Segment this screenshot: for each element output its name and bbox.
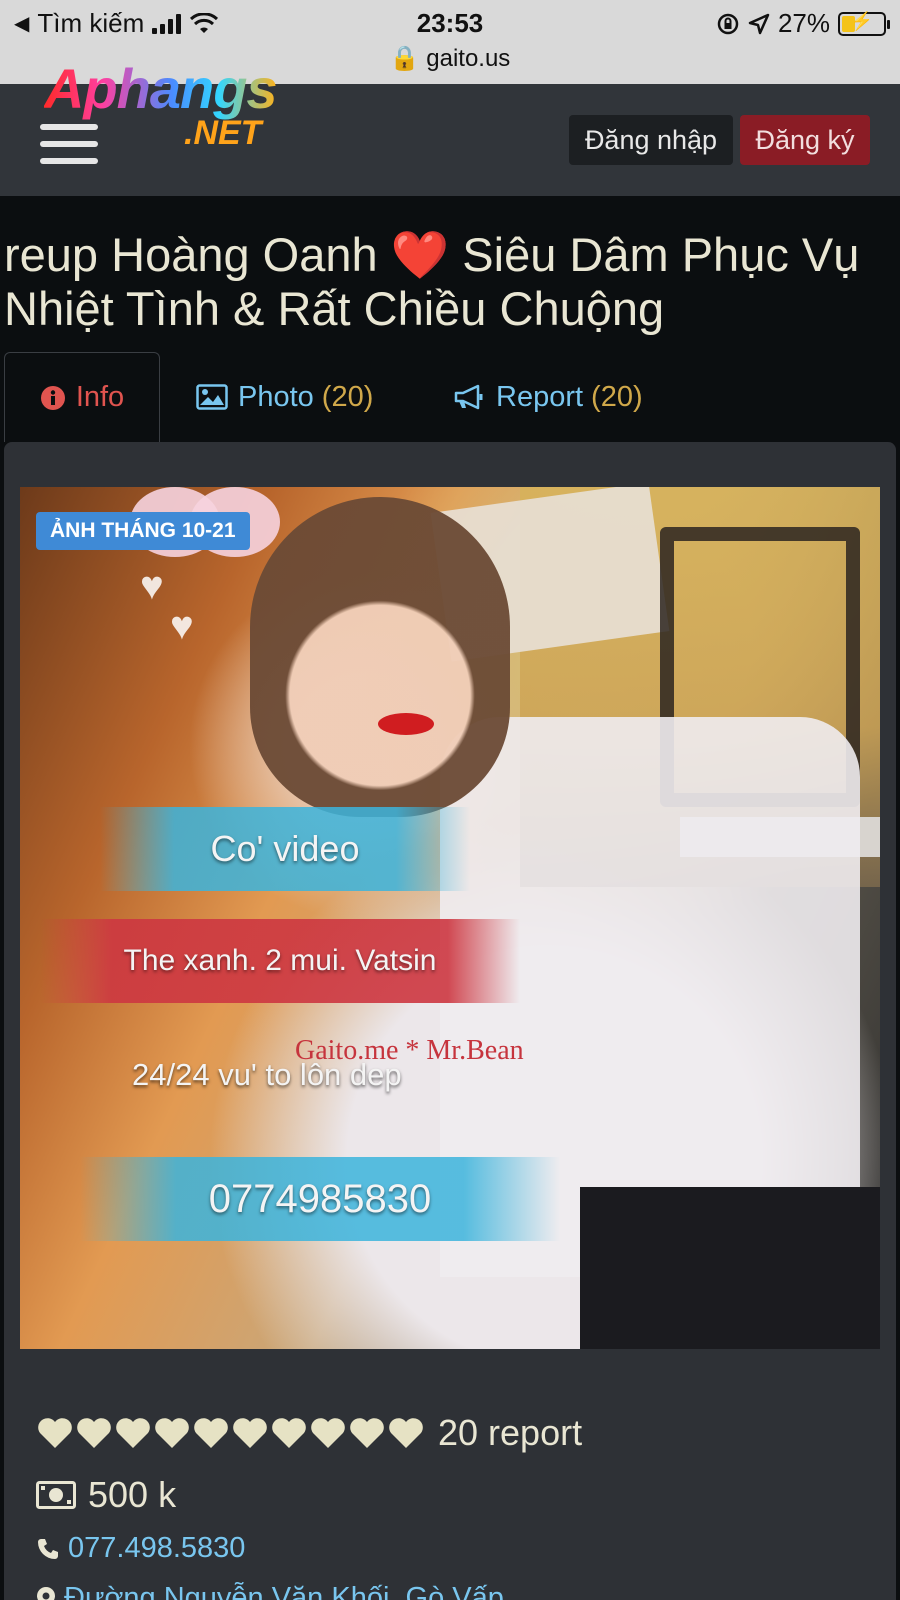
sticker-heart-icon: ♥ [170, 604, 194, 648]
tab-report-count: (20) [591, 380, 643, 413]
tab-report[interactable]: Report (20) [454, 352, 643, 442]
megaphone-icon [454, 384, 486, 410]
battery-icon: ⚡ [838, 11, 890, 36]
register-button[interactable]: Đăng ký [740, 115, 870, 165]
address-row[interactable]: Đường Nguyễn Văn Khối, Gò Vấp [36, 1582, 504, 1600]
tab-photo-label: Photo [238, 380, 314, 413]
photo-person-face [250, 497, 510, 817]
overlay-hours-text: 24/24 vu' to lôn dep [132, 1057, 402, 1092]
page-title: reup Hoàng Oanh ❤️ Siêu Dâm Phục Vụ Nhiệ… [4, 228, 860, 335]
photo-lips [378, 713, 434, 735]
rating-heart-icon [155, 1418, 189, 1448]
phone-number[interactable]: 077.498.5830 [68, 1532, 245, 1565]
profile-photo[interactable]: ♥ ♥ Co' video The xanh. 2 mui. Vatsin Ga… [20, 487, 880, 1349]
rating-heart-icon [272, 1418, 306, 1448]
rating-heart-icon [311, 1418, 345, 1448]
rating-hearts: 20 report [36, 1412, 582, 1454]
sticker-heart-icon: ♥ [140, 564, 164, 608]
report-count[interactable]: 20 report [438, 1412, 582, 1454]
tab-info-label: Info [75, 381, 125, 413]
url-text[interactable]: gaito.us [426, 45, 510, 72]
tab-report-label: Report [496, 380, 584, 413]
photo-skirt [580, 1187, 880, 1349]
site-logo[interactable]: Aphangs [44, 56, 278, 121]
location-arrow-icon [748, 13, 770, 34]
map-marker-icon [37, 1586, 55, 1600]
info-circle-icon [40, 385, 66, 411]
rating-heart-icon [116, 1418, 150, 1448]
status-right: 27% ⚡ [716, 8, 890, 39]
phone-row[interactable]: 077.498.5830 [36, 1532, 245, 1565]
photo-date-badge: ẢNH THÁNG 10-21 [36, 512, 250, 550]
price-value: 500 k [88, 1474, 177, 1515]
menu-icon[interactable] [40, 124, 98, 164]
battery-percent: 27% [777, 8, 830, 38]
image-icon [196, 384, 228, 410]
price-row: 500 k [36, 1474, 176, 1516]
tab-photo-count: (20) [321, 380, 374, 413]
overlay-video-text: Co' video [100, 807, 470, 891]
rating-heart-icon [389, 1418, 423, 1448]
heart-row [36, 1416, 426, 1450]
lock-icon: 🔒 [389, 45, 420, 72]
address-text[interactable]: Đường Nguyễn Văn Khối, Gò Vấp [64, 1582, 504, 1600]
rating-heart-icon [38, 1418, 72, 1448]
site-logo-suffix[interactable]: .NET [184, 114, 261, 153]
overlay-card-text: The xanh. 2 mui. Vatsin [40, 919, 520, 1003]
overlay-phone-text: 0774985830 [80, 1157, 560, 1241]
rating-heart-icon [233, 1418, 267, 1448]
rotation-lock-icon [717, 13, 739, 34]
login-button[interactable]: Đăng nhập [569, 115, 733, 165]
rating-heart-icon [194, 1418, 228, 1448]
phone-icon [38, 1538, 58, 1559]
tab-photo[interactable]: Photo (20) [196, 352, 373, 442]
rating-heart-icon [77, 1418, 111, 1448]
money-bill-icon [36, 1481, 76, 1509]
tab-info[interactable]: Info [4, 352, 160, 442]
rating-heart-icon [350, 1418, 384, 1448]
